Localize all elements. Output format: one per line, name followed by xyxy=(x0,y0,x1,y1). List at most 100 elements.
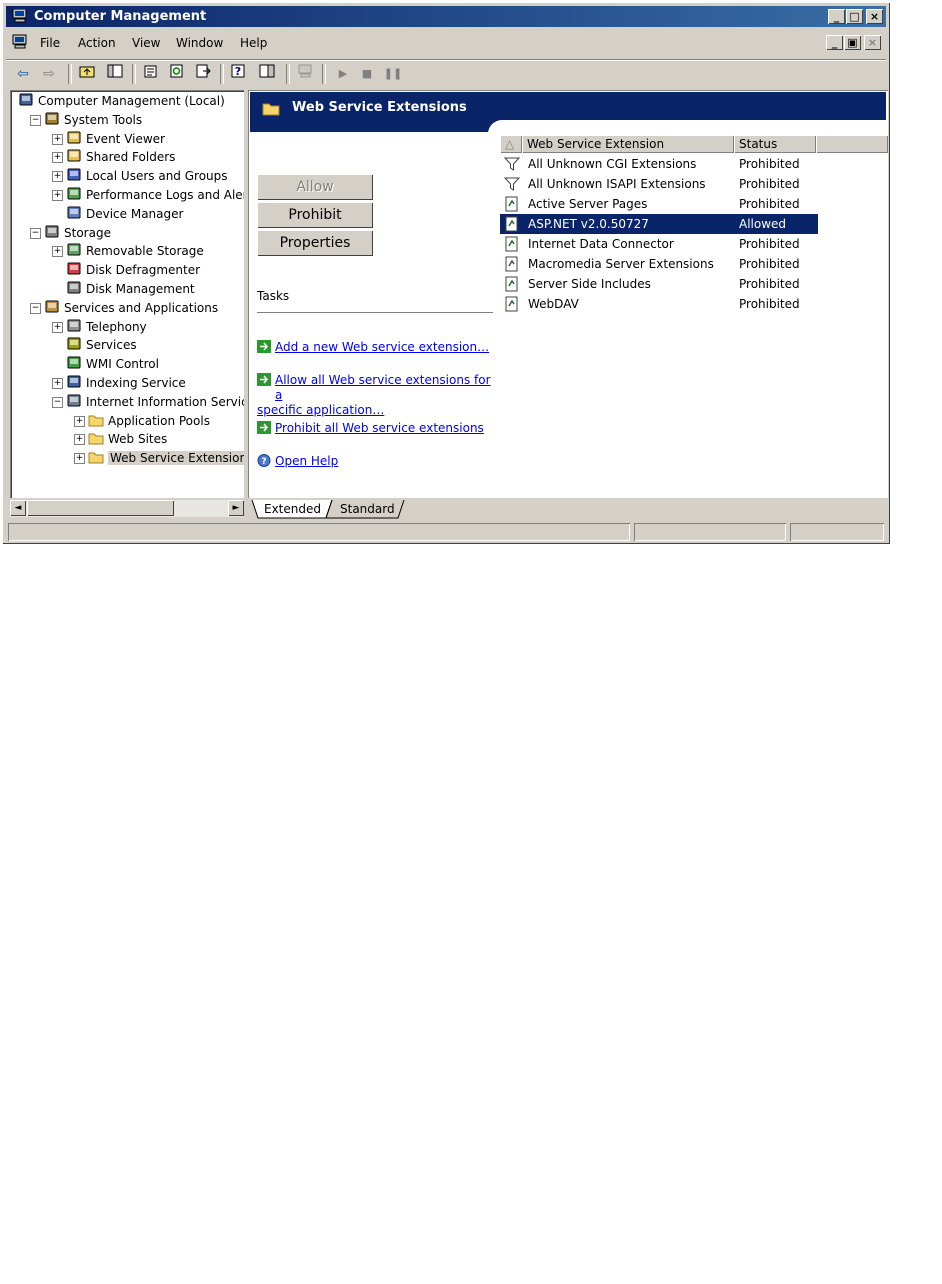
connect-computer-icon[interactable] xyxy=(294,63,316,85)
close-button[interactable]: × xyxy=(866,9,883,24)
properties-icon[interactable] xyxy=(140,63,162,85)
list-item[interactable]: All Unknown CGI Extensions Prohibited xyxy=(500,154,820,174)
menu-file[interactable]: File xyxy=(40,36,60,50)
add-extension-link[interactable]: Add a new Web service extension… xyxy=(257,340,497,355)
tree-expander[interactable]: + xyxy=(52,152,63,164)
forward-icon[interactable]: ⇨ xyxy=(38,63,60,85)
tree-expander[interactable]: − xyxy=(30,302,41,314)
title-bar[interactable]: Computer Management _ □ × xyxy=(6,6,886,27)
tree-expander[interactable]: + xyxy=(52,171,63,183)
mdi-minimize-button[interactable]: _ xyxy=(826,35,843,50)
back-icon[interactable]: ⇦ xyxy=(12,63,34,85)
maximize-button[interactable]: □ xyxy=(846,9,863,24)
column-header-status[interactable]: Status xyxy=(734,135,816,153)
tree-expander[interactable]: + xyxy=(74,415,85,427)
tree-node[interactable]: Services xyxy=(66,336,137,354)
properties-button[interactable]: Properties xyxy=(257,230,373,256)
tree-node[interactable]: Local Users and Groups xyxy=(66,167,228,185)
tree-node-label: Disk Management xyxy=(86,282,195,296)
list-item[interactable]: Internet Data Connector Prohibited xyxy=(500,234,820,254)
status-panel-2 xyxy=(634,523,786,541)
prohibit-all-link[interactable]: Prohibit all Web service extensions xyxy=(257,421,497,436)
minimize-button[interactable]: _ xyxy=(828,9,845,24)
task-allow-all[interactable]: Allow all Web service extensions for a s… xyxy=(257,373,497,418)
list-item[interactable]: Active Server Pages Prohibited xyxy=(500,194,820,214)
mdi-close-button[interactable]: × xyxy=(864,35,881,50)
console-tree[interactable]: Computer Management (Local) − System Tools… xyxy=(10,90,244,498)
tree-node-icon xyxy=(66,167,82,183)
list-item[interactable]: All Unknown ISAPI Extensions Prohibited xyxy=(500,174,820,194)
task-prohibit-all[interactable]: Prohibit all Web service extensions xyxy=(257,421,497,436)
show-hide-tree-icon[interactable] xyxy=(104,63,126,85)
refresh-icon[interactable] xyxy=(166,63,188,85)
tree-expander[interactable]: + xyxy=(52,190,63,201)
tab-extended[interactable]: Extended xyxy=(256,500,329,519)
start-icon[interactable]: ▶ xyxy=(332,63,354,85)
tab-standard[interactable]: Standard xyxy=(332,500,403,519)
tree-node-label: Device Manager xyxy=(86,206,184,221)
tree-node[interactable]: Web Service Extensions xyxy=(88,449,244,467)
open-help-link[interactable]: Open Help xyxy=(257,454,497,469)
tree-expander[interactable]: + xyxy=(52,378,63,389)
tree-expander[interactable]: + xyxy=(74,434,85,446)
mdi-restore-button[interactable]: ▣ xyxy=(844,35,861,50)
tree-expander[interactable]: + xyxy=(52,133,63,145)
export-list-icon[interactable] xyxy=(192,63,214,85)
tree-node[interactable]: Web Sites xyxy=(88,430,167,448)
tree-node[interactable]: Removable Storage xyxy=(66,242,204,260)
list-item[interactable]: Macromedia Server Extensions Prohibited xyxy=(500,254,820,274)
list-item[interactable]: WebDAV Prohibited xyxy=(500,294,820,314)
extension-name: ASP.NET v2.0.50727 xyxy=(528,217,649,231)
tree-expander[interactable]: + xyxy=(74,453,85,465)
column-header-extension[interactable]: Web Service Extension xyxy=(522,135,734,153)
column-header-empty[interactable] xyxy=(816,135,888,153)
allow-button[interactable]: Allow xyxy=(257,174,373,200)
tree-node[interactable]: Device Manager xyxy=(66,205,183,223)
list-item[interactable]: ASP.NET v2.0.50727 Allowed xyxy=(500,214,818,234)
sort-column-header[interactable]: △ xyxy=(500,135,522,153)
scroll-left-button[interactable]: ◄ xyxy=(10,500,26,516)
tree-node[interactable]: Telephony xyxy=(66,318,147,336)
tree-node[interactable]: Storage xyxy=(44,224,111,242)
stop-icon[interactable]: ■ xyxy=(356,63,378,85)
scroll-right-button[interactable]: ► xyxy=(228,500,244,516)
tree-node[interactable]: Shared Folders xyxy=(66,148,175,166)
menu-action[interactable]: Action xyxy=(78,36,116,50)
show-hide-action-pane-icon[interactable] xyxy=(256,63,278,85)
tree-expander[interactable]: − xyxy=(30,114,41,126)
scroll-thumb[interactable] xyxy=(27,500,174,516)
tree-node[interactable]: Disk Defragmenter xyxy=(66,261,200,279)
task-open-help[interactable]: ? Open Help xyxy=(257,454,497,469)
list-item[interactable]: Server Side Includes Prohibited xyxy=(500,274,820,294)
up-folder-icon[interactable] xyxy=(76,63,98,85)
tree-node[interactable]: Event Viewer xyxy=(66,130,165,148)
tree-node-label: WMI Control xyxy=(86,357,159,372)
tree-expander[interactable]: − xyxy=(52,396,63,408)
system-menu-icon[interactable] xyxy=(12,34,28,50)
pause-icon[interactable]: ❚❚ xyxy=(382,63,404,85)
extension-status: Prohibited xyxy=(739,157,800,171)
menu-window[interactable]: Window xyxy=(176,36,223,50)
allow-all-link[interactable]: Allow all Web service extensions for a xyxy=(257,373,497,403)
task-add-extension[interactable]: Add a new Web service extension… xyxy=(257,340,497,355)
tree-node[interactable]: WMI Control xyxy=(66,355,159,373)
tree-expander[interactable]: + xyxy=(52,246,63,258)
help-icon[interactable]: ? xyxy=(228,63,250,85)
allow-all-link-line2[interactable]: specific application… xyxy=(257,403,497,418)
tree-horizontal-scrollbar[interactable]: ◄ ► xyxy=(10,500,244,517)
tree-node[interactable]: Internet Information Services xyxy=(66,393,244,411)
tree-node-label: Shared Folders xyxy=(86,150,176,165)
tree-node[interactable]: System Tools xyxy=(44,111,142,129)
tree-expander[interactable]: + xyxy=(52,321,63,333)
menu-view[interactable]: View xyxy=(132,36,160,50)
tree-node[interactable]: Computer Management (Local) xyxy=(18,92,225,110)
prohibit-button[interactable]: Prohibit xyxy=(257,202,373,228)
tree-expander[interactable]: − xyxy=(30,227,41,239)
menu-help[interactable]: Help xyxy=(240,36,267,50)
status-panel-main xyxy=(8,523,630,541)
tree-node[interactable]: Performance Logs and Alerts xyxy=(66,186,244,204)
tree-node[interactable]: Disk Management xyxy=(66,280,195,298)
tree-node[interactable]: Application Pools xyxy=(88,412,210,430)
tree-node[interactable]: Services and Applications xyxy=(44,299,218,317)
tree-node[interactable]: Indexing Service xyxy=(66,374,186,392)
